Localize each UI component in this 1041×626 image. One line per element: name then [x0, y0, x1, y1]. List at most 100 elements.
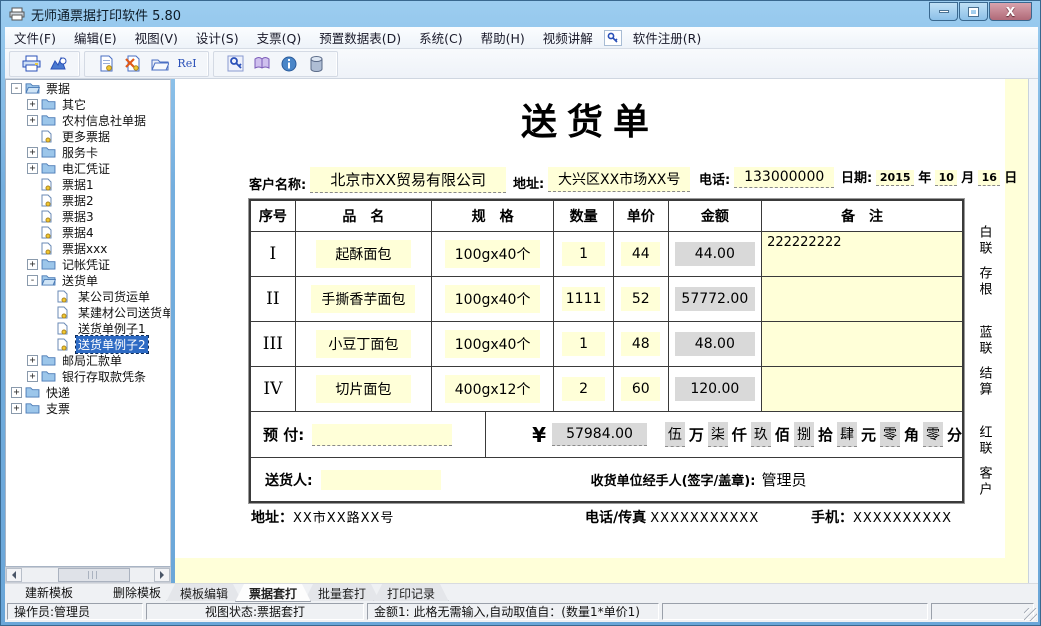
menu-register[interactable]: 软件注册(R) [624, 26, 710, 49]
menu-file[interactable]: 文件(F) [5, 26, 65, 49]
tree-item-piaoju3[interactable]: 票据3 [6, 208, 170, 224]
scrollbar-track[interactable] [22, 568, 154, 582]
tree-item-qita[interactable]: +其它 [6, 96, 170, 112]
tree-item-gengduopiaoju[interactable]: 更多票据 [6, 128, 170, 144]
new-template-text-button[interactable]: 建新模板 [19, 584, 79, 601]
tree-item-songhuodan[interactable]: -送货单 [6, 272, 170, 288]
collapse-expander-icon[interactable]: - [27, 275, 38, 286]
price-input[interactable]: 60 [621, 377, 660, 401]
note-input[interactable]: 222222222 [762, 232, 962, 276]
expand-expander-icon[interactable]: + [27, 147, 38, 158]
tree-item-youju[interactable]: +邮局汇款单 [6, 352, 170, 368]
note-input[interactable] [762, 277, 962, 321]
qty-input[interactable]: 1111 [562, 287, 604, 311]
tree-item-piaoju1[interactable]: 票据1 [6, 176, 170, 192]
tree-horizontal-scrollbar[interactable] [5, 567, 171, 583]
menu-system[interactable]: 系统(C) [410, 26, 471, 49]
print-button[interactable] [19, 52, 43, 76]
note-input[interactable] [762, 322, 962, 366]
tree-item-lizi2-selected[interactable]: 送货单例子2 [6, 336, 170, 352]
tree-item-jizhang[interactable]: +记帐凭证 [6, 256, 170, 272]
expand-expander-icon[interactable]: + [27, 355, 38, 366]
database-icon [309, 56, 324, 72]
menu-video-tutorial[interactable]: 视频讲解 [534, 26, 602, 49]
expand-expander-icon[interactable]: + [11, 387, 22, 398]
expand-expander-icon[interactable]: + [11, 403, 22, 414]
menu-design[interactable]: 设计(S) [187, 26, 248, 49]
total-amount-value: 57984.00 [552, 423, 647, 446]
price-input[interactable]: 52 [621, 287, 660, 311]
menu-view[interactable]: 视图(V) [126, 26, 187, 49]
tab-print-history[interactable]: 打印记录 [373, 584, 449, 602]
scroll-right-arrow-icon[interactable] [154, 568, 170, 582]
spec-input[interactable]: 400gx12个 [445, 375, 541, 403]
spec-input[interactable]: 100gx40个 [445, 240, 541, 268]
phone-input[interactable]: 133000000 [734, 167, 834, 188]
deliverer-input[interactable] [321, 470, 441, 490]
amount-unit: 佰 [775, 424, 790, 445]
vertical-scrollbar[interactable] [1028, 79, 1038, 583]
database-button[interactable] [304, 52, 328, 76]
year-input[interactable]: 2015 [876, 170, 914, 186]
tab-batch-print[interactable]: 批量套打 [304, 584, 380, 602]
new-template-button[interactable] [94, 52, 118, 76]
tree-item-yinhang[interactable]: +银行存取款凭条 [6, 368, 170, 384]
day-input[interactable]: 16 [978, 170, 1000, 186]
tree-item-kuaidi[interactable]: +快递 [6, 384, 170, 400]
spec-input[interactable]: 100gx40个 [445, 285, 541, 313]
prepay-input[interactable] [312, 424, 452, 446]
open-template-button[interactable] [148, 52, 172, 76]
name-input[interactable]: 手撕香芋面包 [311, 285, 415, 313]
tree-item-huoyundan[interactable]: 某公司货运单 [6, 288, 170, 304]
name-input[interactable]: 小豆丁面包 [316, 330, 411, 358]
expand-expander-icon[interactable]: + [27, 371, 38, 382]
about-button[interactable] [277, 52, 301, 76]
tree-item-fuwuka[interactable]: +服务卡 [6, 144, 170, 160]
expand-expander-icon[interactable]: + [27, 259, 38, 270]
expand-expander-icon[interactable]: + [27, 163, 38, 174]
resize-grip[interactable] [1024, 608, 1037, 621]
collapse-expander-icon[interactable]: - [11, 83, 22, 94]
delete-template-text-button[interactable]: 删除模板 [107, 584, 167, 601]
tab-ticket-print[interactable]: 票据套打 [235, 584, 311, 602]
spec-input[interactable]: 100gx40个 [445, 330, 541, 358]
delete-template-button[interactable] [121, 52, 145, 76]
name-input[interactable]: 切片面包 [316, 375, 411, 403]
note-input[interactable] [762, 367, 962, 411]
address-label: 地址: [513, 173, 544, 192]
scrollbar-thumb[interactable] [58, 568, 130, 582]
scroll-left-arrow-icon[interactable] [6, 568, 22, 582]
qty-input[interactable]: 2 [562, 377, 604, 401]
price-input[interactable]: 48 [621, 332, 660, 356]
expand-expander-icon[interactable]: + [27, 115, 38, 126]
price-input[interactable]: 44 [621, 242, 660, 266]
minimize-button[interactable] [929, 2, 958, 21]
rename-template-button[interactable]: ReI [175, 52, 199, 76]
tab-template-edit[interactable]: 模板编辑 [166, 584, 242, 602]
tree-item-piaojuxxx[interactable]: 票据xxx [6, 240, 170, 256]
month-input[interactable]: 10 [935, 170, 957, 186]
video-help-button[interactable] [250, 52, 274, 76]
expand-expander-icon[interactable]: + [27, 99, 38, 110]
menu-preset-tables[interactable]: 预置数据表(D) [310, 26, 410, 49]
address-input[interactable]: 大兴区XX市场XX号 [548, 167, 690, 192]
maximize-button[interactable] [959, 2, 988, 21]
register-button[interactable] [223, 52, 247, 76]
tree-item-zhipiao[interactable]: +支票 [6, 400, 170, 416]
qty-input[interactable]: 1 [562, 332, 604, 356]
menu-edit[interactable]: 编辑(E) [65, 26, 126, 49]
tree-item-piaoju4[interactable]: 票据4 [6, 224, 170, 240]
print-preview-button[interactable] [46, 52, 70, 76]
tree-item-dianhui[interactable]: +电汇凭证 [6, 160, 170, 176]
tree-item-nongcun[interactable]: +农村信息社单据 [6, 112, 170, 128]
menu-help[interactable]: 帮助(H) [472, 26, 534, 49]
qty-input[interactable]: 1 [562, 242, 604, 266]
tree-item-piaoju2[interactable]: 票据2 [6, 192, 170, 208]
tree-item-piaoju[interactable]: -票据 [6, 80, 170, 96]
name-input[interactable]: 起酥面包 [316, 240, 411, 268]
menu-cheque[interactable]: 支票(Q) [248, 26, 311, 49]
close-button[interactable]: X [989, 2, 1032, 21]
customer-input[interactable]: 北京市XX贸易有限公司 [310, 167, 506, 193]
tree-item-lizi1[interactable]: 送货单例子1 [6, 320, 170, 336]
tree-item-jiancai[interactable]: 某建材公司送货单 [6, 304, 170, 320]
